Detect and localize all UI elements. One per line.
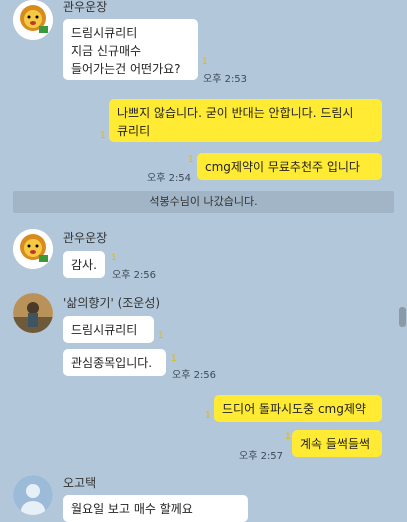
- unread-count: 1: [202, 57, 208, 67]
- my-message-bubble[interactable]: 계속 들썩들썩: [292, 430, 382, 457]
- system-notice: 석봉수님이 나갔습니다.: [13, 191, 394, 213]
- unread-count: 1: [171, 354, 177, 364]
- avatar-gwanwoo[interactable]: [13, 0, 53, 40]
- message-time: 오후 2:57: [239, 451, 284, 462]
- message-time: 오후 2:56: [112, 270, 157, 281]
- default-profile-icon: [13, 475, 53, 515]
- lion-avatar-icon: [13, 229, 53, 269]
- message-bubble[interactable]: 관심종목입니다.: [63, 349, 166, 376]
- message-bubble[interactable]: 감사.: [63, 251, 105, 278]
- avatar-jounseong[interactable]: [13, 293, 53, 333]
- my-message-bubble[interactable]: 나쁘지 않습니다. 굳이 반대는 안합니다. 드림시 큐리티: [109, 99, 382, 142]
- scrollbar-thumb[interactable]: [399, 307, 406, 327]
- sender-name: 관우운장: [63, 231, 108, 245]
- unread-count: 1: [100, 131, 106, 141]
- message-time: 오후 2:56: [172, 370, 217, 381]
- unread-count: 1: [205, 411, 211, 421]
- unread-count: 1: [285, 432, 291, 442]
- sender-name: 관우운장: [63, 0, 108, 14]
- message-bubble[interactable]: 월요일 보고 매수 할께요: [63, 495, 248, 522]
- sender-name: 오고택: [63, 476, 97, 490]
- unread-count: 1: [188, 155, 194, 165]
- message-time: 오후 2:53: [203, 74, 248, 85]
- message-bubble[interactable]: 드림시큐리티: [63, 316, 154, 343]
- avatar-ogotaek[interactable]: [13, 475, 53, 515]
- unread-count: 1: [158, 331, 164, 341]
- person-photo-icon: [13, 293, 53, 333]
- sender-name: '삶의향기' (조운성): [63, 296, 161, 310]
- my-message-bubble[interactable]: 드디어 돌파시도중 cmg제약: [214, 395, 382, 422]
- unread-count: 1: [111, 253, 117, 263]
- message-bubble[interactable]: 드림시큐리티 지금 신규매수 들어가는건 어떤가요?: [63, 19, 198, 80]
- message-time: 오후 2:54: [147, 173, 192, 184]
- avatar-gwanwoo[interactable]: [13, 229, 53, 269]
- my-message-bubble[interactable]: cmg제약이 무료추천주 입니다: [197, 153, 382, 180]
- lion-avatar-icon: [13, 0, 53, 40]
